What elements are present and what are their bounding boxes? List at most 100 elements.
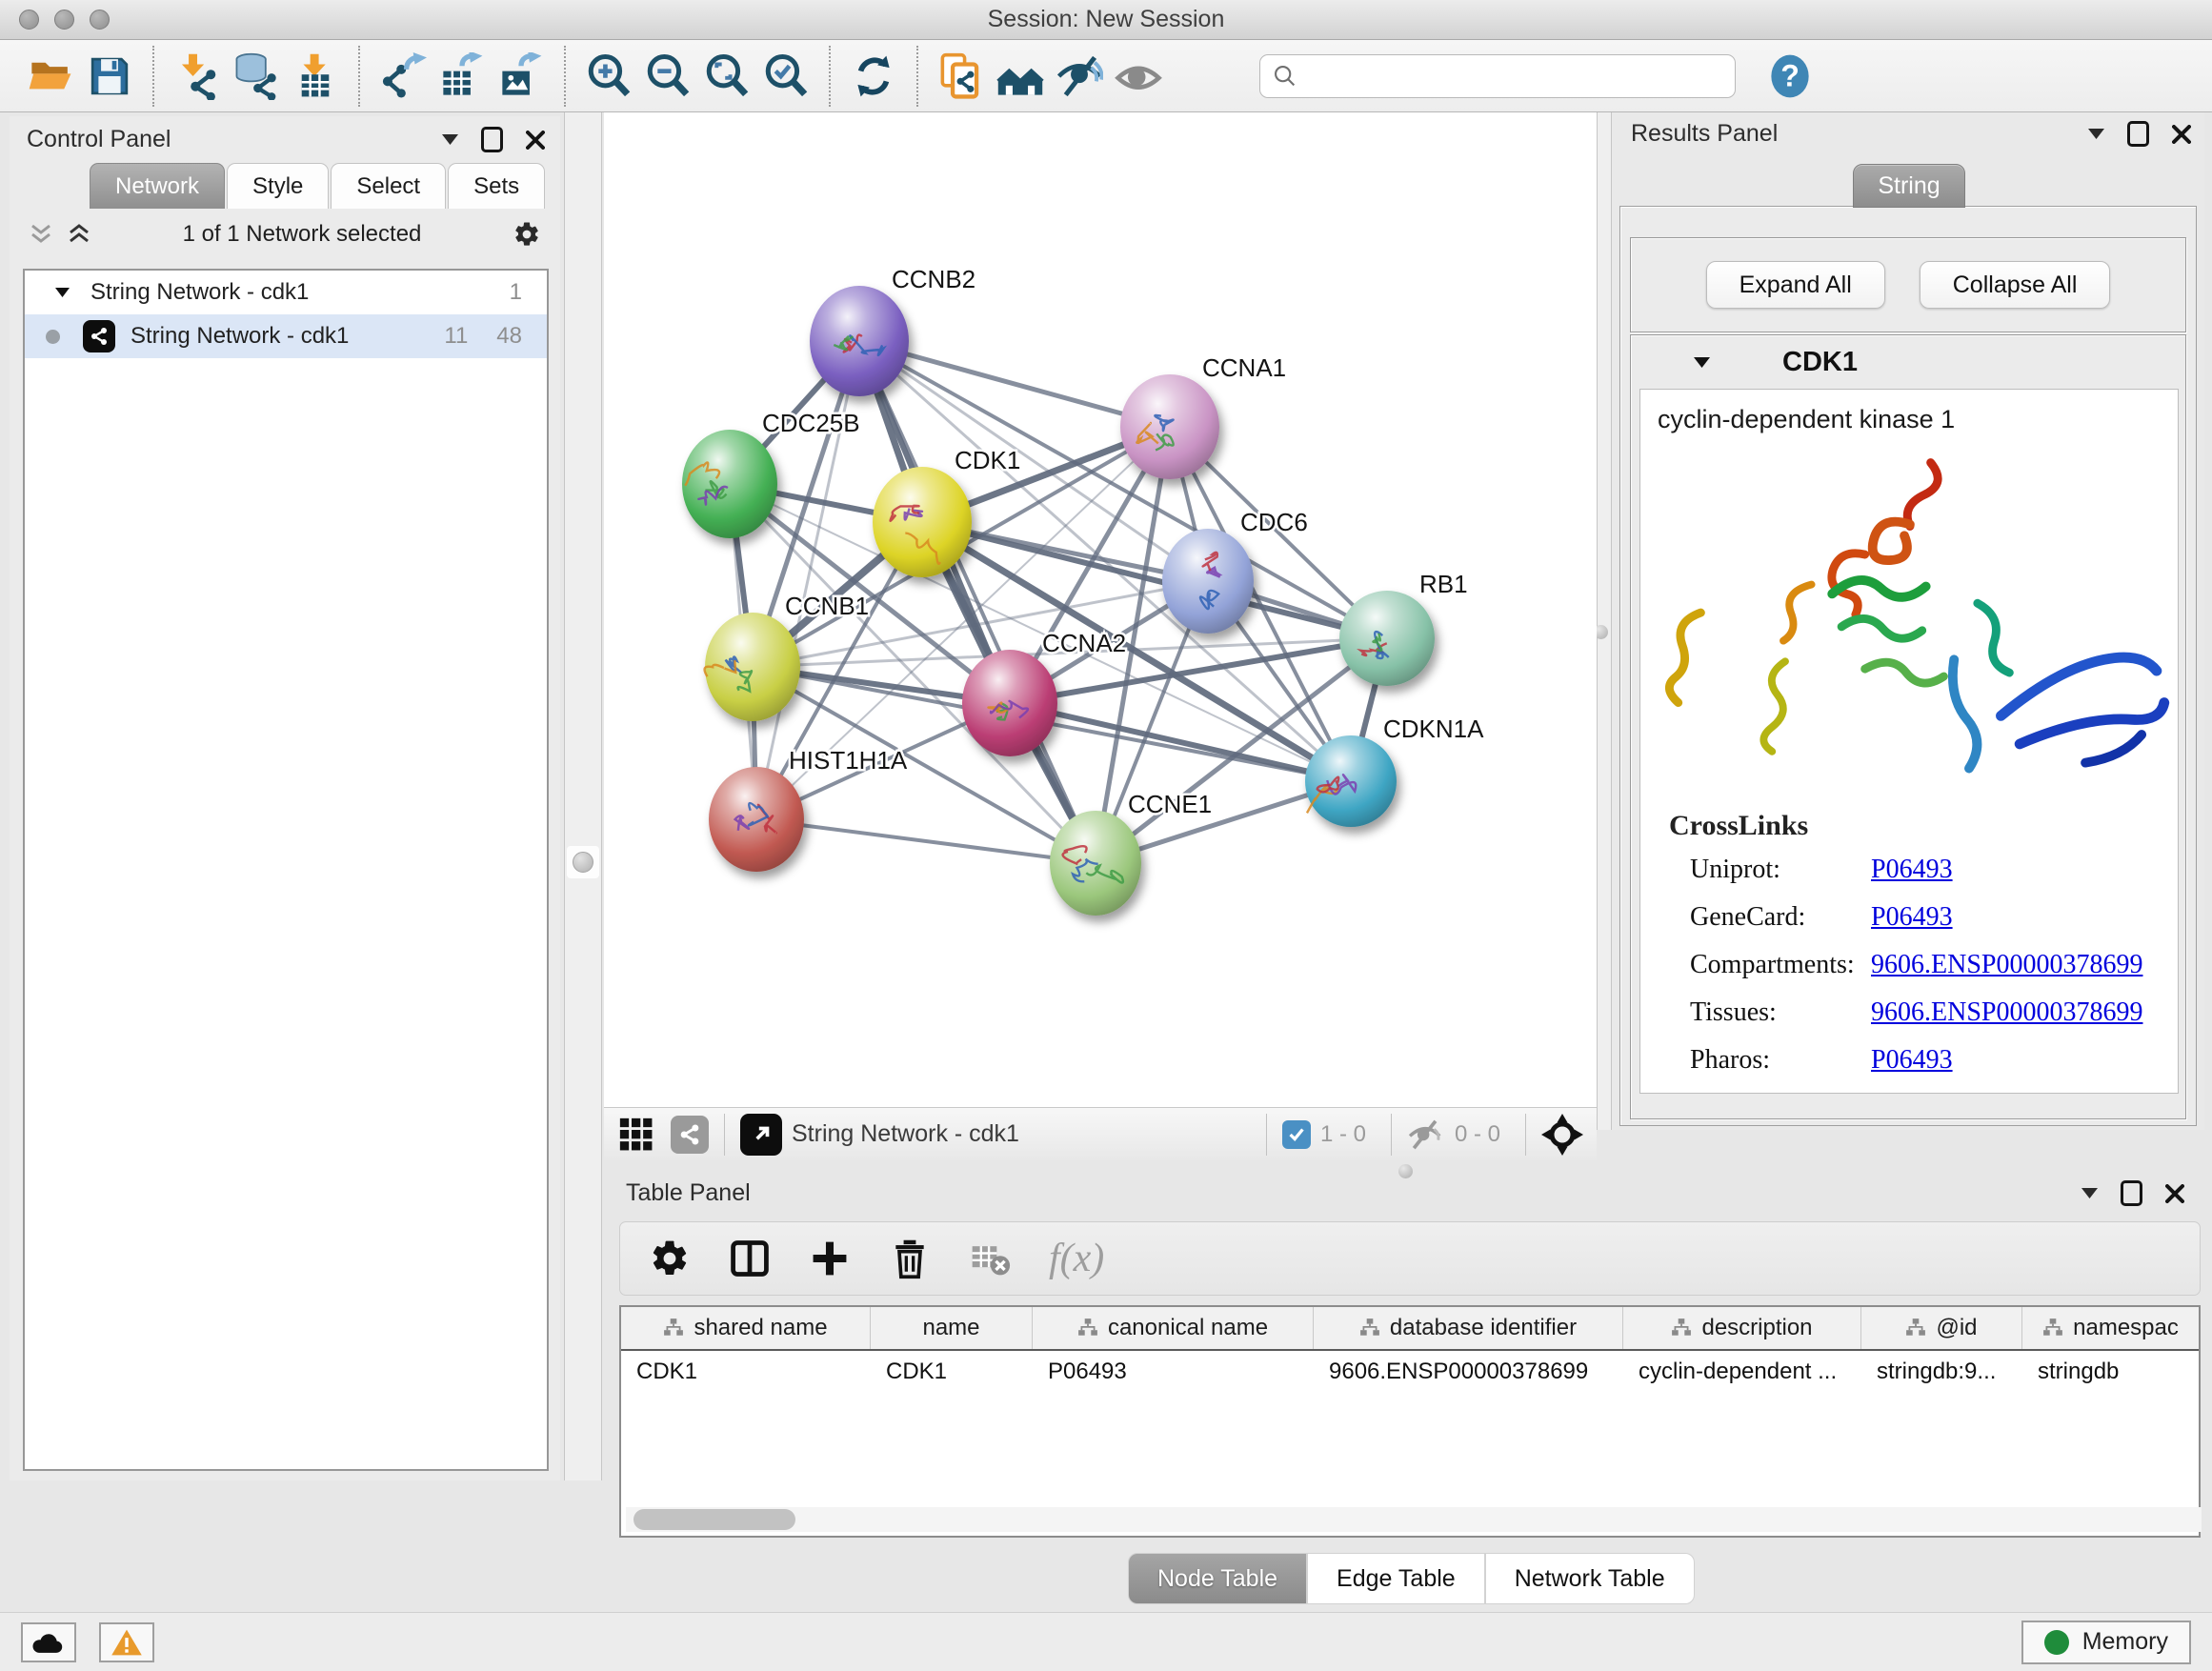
delete-column-trash-icon[interactable] [889, 1238, 931, 1279]
panel-menu-icon[interactable] [2088, 129, 2104, 139]
crosslink-row: Compartments: 9606.ENSP00000378699 [1640, 941, 2178, 989]
tab-sets[interactable]: Sets [448, 163, 545, 209]
export-image-button[interactable] [492, 47, 551, 106]
export-network-button[interactable] [373, 47, 432, 106]
tab-select[interactable]: Select [331, 163, 446, 209]
scrollbar-thumb[interactable] [633, 1509, 795, 1530]
column-header[interactable]: name [871, 1307, 1033, 1349]
selected-checkbox-icon[interactable] [1282, 1120, 1311, 1149]
expand-all-button[interactable]: Expand All [1706, 261, 1885, 309]
close-panel-icon[interactable] [526, 131, 545, 150]
tab-node-table[interactable]: Node Table [1128, 1553, 1307, 1604]
left-splitter-handle[interactable] [567, 846, 599, 878]
column-header[interactable]: namespac [2022, 1307, 2199, 1349]
export-table-button[interactable] [432, 47, 492, 106]
close-window-icon[interactable] [19, 10, 39, 30]
node-label-CCNA2: CCNA2 [1042, 629, 1126, 657]
table-row[interactable]: CDK1 CDK1 P06493 9606.ENSP00000378699 cy… [621, 1351, 2199, 1393]
column-type-icon [1077, 1318, 1098, 1339]
pan-crosshair-icon[interactable] [1541, 1114, 1583, 1156]
crosslink-label: Uniprot: [1690, 846, 1871, 894]
grid-view-icon[interactable] [617, 1116, 655, 1154]
duplicate-network-button[interactable] [932, 47, 991, 106]
panel-menu-icon[interactable] [2081, 1188, 2098, 1198]
network-row[interactable]: String Network - cdk1 11 48 [25, 314, 547, 358]
tab-edge-table[interactable]: Edge Table [1307, 1553, 1485, 1604]
network-view-icon[interactable] [671, 1116, 709, 1154]
float-panel-icon[interactable] [2127, 121, 2149, 147]
crosslink-label: Compartments: [1690, 941, 1871, 989]
open-session-button[interactable] [21, 47, 80, 106]
table-options-gear-icon[interactable] [649, 1238, 691, 1279]
help-icon: ? [1766, 52, 1814, 100]
memory-button[interactable]: Memory [2021, 1621, 2191, 1664]
import-network-from-database-button[interactable] [227, 47, 286, 106]
edge-count: 48 [496, 323, 522, 350]
zoom-selected-button[interactable] [756, 47, 815, 106]
horizontal-scrollbar[interactable] [626, 1507, 2202, 1532]
collection-expander-icon[interactable] [55, 288, 70, 297]
network-canvas[interactable]: CCNB2CCNA1CDC25BCDK1CDC6RB1CCNB1CCNA2CDK… [604, 112, 1597, 1107]
expand-all-icon[interactable] [67, 223, 91, 246]
detach-view-icon[interactable] [740, 1114, 782, 1156]
import-network-button[interactable] [168, 47, 227, 106]
apply-layout-button[interactable] [844, 47, 903, 106]
eye-slash-icon [1056, 52, 1103, 100]
right-splitter[interactable] [1597, 112, 1612, 1130]
crosslink-link[interactable]: 9606.ENSP00000378699 [1871, 989, 2142, 1037]
status-bar: Memory [0, 1612, 2212, 1671]
close-panel-icon[interactable] [2172, 125, 2191, 144]
zoom-in-button[interactable] [579, 47, 638, 106]
collapse-all-button[interactable]: Collapse All [1920, 261, 2111, 309]
crosslink-link[interactable]: P06493 [1871, 1037, 1953, 1084]
column-header[interactable]: database identifier [1314, 1307, 1623, 1349]
zoom-window-icon[interactable] [90, 10, 110, 30]
home-button[interactable] [991, 47, 1050, 106]
collapse-all-icon[interactable] [29, 223, 53, 246]
float-panel-icon[interactable] [2121, 1180, 2142, 1206]
hide-selected-button[interactable] [1050, 47, 1109, 106]
tab-network[interactable]: Network [90, 163, 225, 209]
help-button[interactable]: ? [1760, 47, 1820, 106]
column-header[interactable]: description [1623, 1307, 1861, 1349]
column-header[interactable]: canonical name [1033, 1307, 1314, 1349]
left-splitter[interactable] [564, 112, 602, 1480]
node-label-CDK1: CDK1 [955, 446, 1020, 474]
minimize-window-icon[interactable] [54, 10, 74, 30]
crosslink-link[interactable]: 9606.ENSP00000378699 [1871, 941, 2142, 989]
warnings-button[interactable] [99, 1622, 154, 1662]
float-panel-icon[interactable] [481, 127, 503, 152]
search-input[interactable] [1298, 63, 1718, 90]
show-columns-icon[interactable] [729, 1238, 771, 1279]
table-panel: Table Panel f(x) shared name name canoni… [614, 1174, 2205, 1606]
traffic-lights[interactable] [19, 10, 110, 30]
zoom-out-button[interactable] [638, 47, 697, 106]
crosslink-link[interactable]: P06493 [1871, 894, 1953, 941]
tab-network-table[interactable]: Network Table [1485, 1553, 1695, 1604]
save-icon [86, 52, 133, 100]
panel-menu-icon[interactable] [442, 134, 458, 145]
network-collection-row[interactable]: String Network - cdk1 1 [25, 271, 547, 314]
zoom-fit-button[interactable] [697, 47, 756, 106]
toolbar-separator [152, 46, 154, 107]
tab-style[interactable]: Style [227, 163, 329, 209]
tab-string[interactable]: String [1853, 164, 1965, 208]
node-count: 11 [444, 323, 468, 350]
node-label-CDC6: CDC6 [1240, 508, 1308, 536]
create-column-plus-icon[interactable] [809, 1238, 851, 1279]
control-panel-title: Control Panel [27, 126, 171, 153]
crosslink-link[interactable]: P06493 [1871, 846, 1953, 894]
entry-expander-icon[interactable] [1694, 357, 1710, 368]
gear-icon[interactable] [513, 220, 541, 249]
close-panel-icon[interactable] [2165, 1184, 2184, 1203]
column-header[interactable]: shared name [621, 1307, 871, 1349]
show-all-button[interactable] [1109, 47, 1168, 106]
duplicate-network-icon [937, 52, 985, 100]
cloud-services-button[interactable] [21, 1622, 76, 1662]
network-view-title: String Network - cdk1 [792, 1120, 1019, 1148]
control-panel-tabs: Network Style Select Sets [90, 163, 560, 209]
save-session-button[interactable] [80, 47, 139, 106]
import-table-button[interactable] [286, 47, 345, 106]
column-header[interactable]: @id [1861, 1307, 2022, 1349]
search-field[interactable] [1259, 54, 1736, 98]
